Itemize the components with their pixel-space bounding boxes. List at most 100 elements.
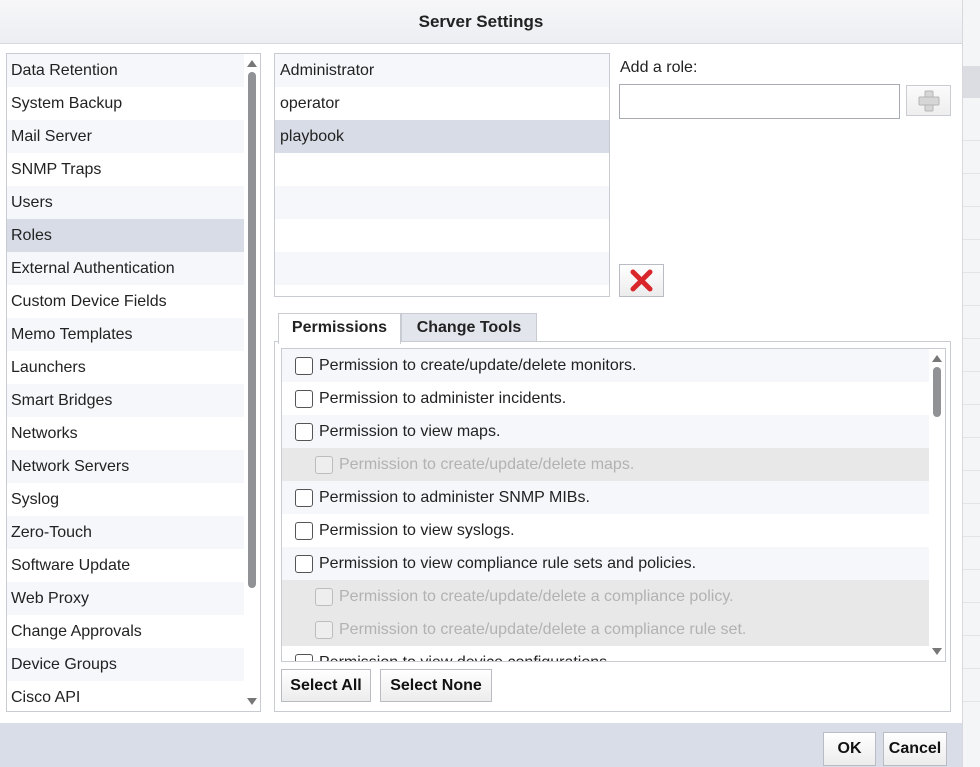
permission-checkbox[interactable] bbox=[295, 390, 313, 408]
background-line bbox=[963, 668, 980, 669]
background-line bbox=[963, 635, 980, 636]
permission-label: Permission to view device configurations… bbox=[319, 646, 612, 661]
sidebar-item-cisco-api[interactable]: Cisco API bbox=[7, 681, 245, 711]
sidebar-item-data-retention[interactable]: Data Retention bbox=[7, 54, 245, 87]
sidebar-item-zero-touch[interactable]: Zero-Touch bbox=[7, 516, 245, 549]
delete-role-button[interactable] bbox=[619, 264, 664, 297]
permission-checkbox[interactable] bbox=[295, 423, 313, 441]
background-line bbox=[963, 404, 980, 405]
sidebar-item-users[interactable]: Users bbox=[7, 186, 245, 219]
sidebar-item-web-proxy[interactable]: Web Proxy bbox=[7, 582, 245, 615]
dialog-footer: OK Cancel bbox=[0, 723, 962, 767]
scroll-up-arrow-icon[interactable] bbox=[247, 60, 257, 67]
settings-nav-list: Data Retention System Backup Mail Server SN… bbox=[7, 54, 245, 711]
permission-checkbox[interactable] bbox=[295, 489, 313, 507]
sidebar-item-device-groups[interactable]: Device Groups bbox=[7, 648, 245, 681]
permission-label: Permission to view compliance rule sets … bbox=[319, 555, 697, 572]
select-none-button[interactable]: Select None bbox=[380, 669, 492, 702]
sidebar-item-change-approvals[interactable]: Change Approvals bbox=[7, 615, 245, 648]
permission-label: Permission to create/update/delete a com… bbox=[339, 621, 747, 638]
background-window-edge bbox=[962, 0, 980, 767]
sidebar-item-software-update[interactable]: Software Update bbox=[7, 549, 245, 582]
permission-label: Permission to create/update/delete maps. bbox=[339, 456, 635, 473]
sidebar-item-syslog[interactable]: Syslog bbox=[7, 483, 245, 516]
sidebar-item-custom-device-fields[interactable]: Custom Device Fields bbox=[7, 285, 245, 318]
background-line bbox=[963, 140, 980, 141]
sidebar-item-network-servers[interactable]: Network Servers bbox=[7, 450, 245, 483]
ok-button[interactable]: OK bbox=[823, 732, 876, 766]
role-empty-row bbox=[275, 186, 609, 219]
permission-row[interactable]: Permission to view compliance rule sets … bbox=[282, 547, 930, 580]
background-line bbox=[963, 701, 980, 702]
background-line bbox=[963, 338, 980, 339]
scroll-down-arrow-icon[interactable] bbox=[932, 648, 942, 655]
add-role-input[interactable] bbox=[619, 84, 900, 119]
background-line bbox=[963, 503, 980, 504]
server-settings-dialog: Server Settings Data Retention System Bac… bbox=[0, 0, 962, 767]
tab-permissions[interactable]: Permissions bbox=[278, 313, 401, 344]
scroll-thumb[interactable] bbox=[933, 367, 941, 417]
red-x-icon bbox=[630, 269, 653, 292]
permission-row[interactable]: Permission to view syslogs. bbox=[282, 514, 930, 547]
background-line bbox=[963, 371, 980, 372]
background-line bbox=[963, 536, 980, 537]
sidebar-item-roles[interactable]: Roles bbox=[7, 219, 245, 252]
permission-checkbox[interactable] bbox=[295, 357, 313, 375]
scroll-thumb[interactable] bbox=[248, 72, 256, 588]
settings-nav: Data Retention System Backup Mail Server SN… bbox=[6, 53, 261, 712]
permission-checkbox[interactable] bbox=[295, 555, 313, 573]
permission-row[interactable]: Permission to administer SNMP MIBs. bbox=[282, 481, 930, 514]
background-line bbox=[963, 305, 980, 306]
add-role-label: Add a role: bbox=[620, 59, 698, 76]
settings-nav-scrollbar[interactable] bbox=[244, 54, 260, 711]
permission-checkbox[interactable] bbox=[295, 654, 313, 661]
permissions-list: Permission to create/update/delete monit… bbox=[281, 348, 946, 662]
role-empty-row bbox=[275, 252, 609, 285]
background-line bbox=[963, 173, 980, 174]
permission-checkbox bbox=[315, 588, 333, 606]
permission-checkbox bbox=[315, 456, 333, 474]
permission-row[interactable]: Permission to administer incidents. bbox=[282, 382, 930, 415]
cancel-button[interactable]: Cancel bbox=[883, 732, 947, 766]
permission-row[interactable]: Permission to view device configurations… bbox=[282, 646, 930, 661]
background-line bbox=[963, 437, 980, 438]
permission-row: Permission to create/update/delete a com… bbox=[282, 580, 930, 613]
background-line bbox=[963, 569, 980, 570]
add-role-button[interactable] bbox=[906, 85, 951, 116]
tab-change-tools[interactable]: Change Tools bbox=[401, 313, 537, 343]
role-empty-row bbox=[275, 219, 609, 252]
sidebar-item-system-backup[interactable]: System Backup bbox=[7, 87, 245, 120]
permission-checkbox[interactable] bbox=[295, 522, 313, 540]
role-item-playbook[interactable]: playbook bbox=[275, 120, 609, 153]
permissions-panel: Permission to create/update/delete monit… bbox=[274, 341, 951, 712]
background-line bbox=[963, 470, 980, 471]
roles-list: Administrator operator playbook bbox=[274, 53, 610, 297]
select-all-button[interactable]: Select All bbox=[281, 669, 371, 702]
permissions-scrollbar[interactable] bbox=[929, 349, 945, 661]
scroll-down-arrow-icon[interactable] bbox=[247, 698, 257, 705]
permission-row: Permission to create/update/delete a com… bbox=[282, 613, 930, 646]
background-highlight bbox=[963, 66, 980, 98]
role-item-administrator[interactable]: Administrator bbox=[275, 54, 609, 87]
background-line bbox=[963, 602, 980, 603]
scroll-up-arrow-icon[interactable] bbox=[932, 355, 942, 362]
permission-label: Permission to administer incidents. bbox=[319, 390, 567, 407]
permission-label: Permission to administer SNMP MIBs. bbox=[319, 489, 590, 506]
sidebar-item-snmp-traps[interactable]: SNMP Traps bbox=[7, 153, 245, 186]
permission-label: Permission to create/update/delete monit… bbox=[319, 357, 637, 374]
dialog-title: Server Settings bbox=[418, 12, 544, 31]
sidebar-item-launchers[interactable]: Launchers bbox=[7, 351, 245, 384]
background-line bbox=[963, 239, 980, 240]
plus-icon bbox=[918, 90, 940, 112]
role-item-operator[interactable]: operator bbox=[275, 87, 609, 120]
permission-row[interactable]: Permission to create/update/delete monit… bbox=[282, 349, 930, 382]
permission-row[interactable]: Permission to view maps. bbox=[282, 415, 930, 448]
dialog-titlebar: Server Settings bbox=[0, 0, 962, 44]
sidebar-item-networks[interactable]: Networks bbox=[7, 417, 245, 450]
sidebar-item-memo-templates[interactable]: Memo Templates bbox=[7, 318, 245, 351]
permission-label: Permission to view maps. bbox=[319, 423, 501, 440]
sidebar-item-external-authentication[interactable]: External Authentication bbox=[7, 252, 245, 285]
permission-label: Permission to view syslogs. bbox=[319, 522, 515, 539]
sidebar-item-smart-bridges[interactable]: Smart Bridges bbox=[7, 384, 245, 417]
sidebar-item-mail-server[interactable]: Mail Server bbox=[7, 120, 245, 153]
